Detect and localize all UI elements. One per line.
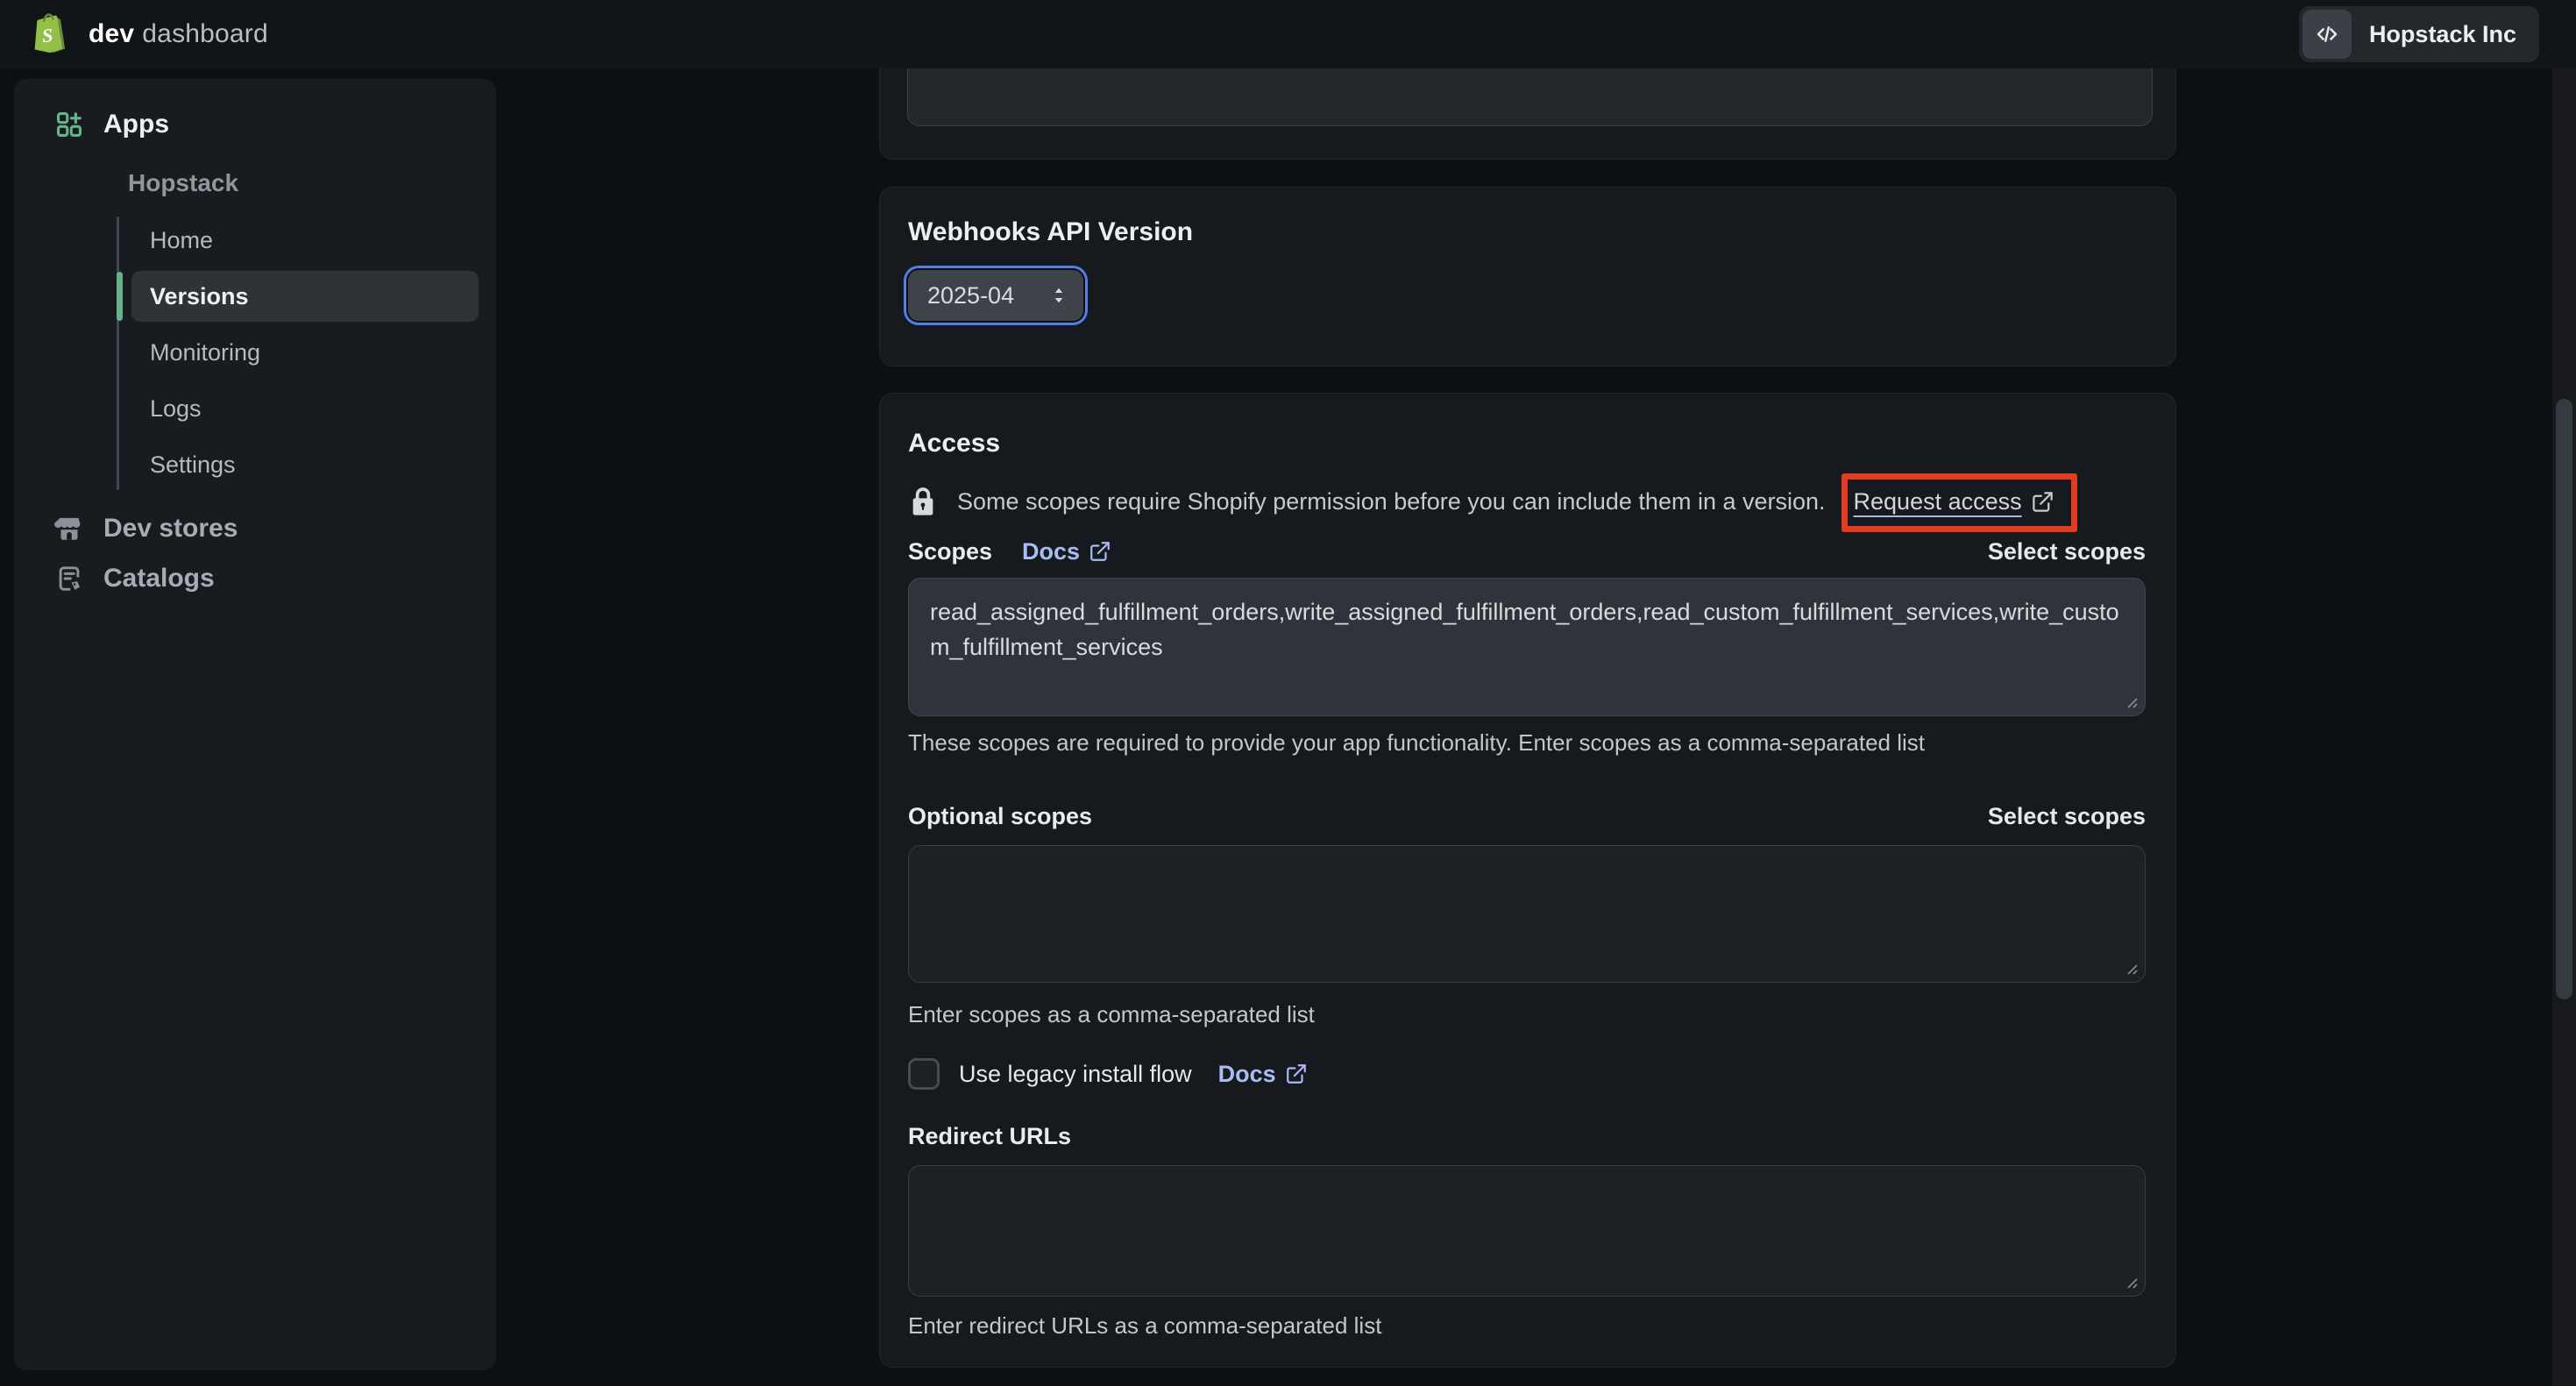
- sidebar-item-label: Dev stores: [103, 514, 238, 544]
- external-link-icon: [2031, 490, 2054, 514]
- page-scrollbar-track[interactable]: [2552, 68, 2576, 1386]
- sidebar-item-home[interactable]: Home: [131, 212, 479, 268]
- scopes-docs-link[interactable]: Docs: [1022, 538, 1111, 565]
- sidebar-app-name: Hopstack: [128, 169, 496, 197]
- docs-link-label: Docs: [1022, 538, 1080, 565]
- sidebar-item-logs[interactable]: Logs: [131, 380, 479, 437]
- redirect-urls-textarea[interactable]: [908, 1165, 2146, 1297]
- external-link-icon: [1285, 1063, 1308, 1085]
- redirect-urls-header-row: Redirect URLs: [908, 1120, 2146, 1152]
- app-title-secondary: dashboard: [142, 19, 268, 48]
- optional-scopes-label: Optional scopes: [908, 803, 1092, 830]
- scopes-header-row: Scopes Docs Select scopes: [908, 536, 2146, 567]
- app-title: dev dashboard: [89, 19, 268, 49]
- topbar: S dev dashboard Hopstack Inc: [0, 0, 2576, 68]
- app-subnav: Home Versions Monitoring Logs Settings: [117, 212, 493, 493]
- webhooks-card-title: Webhooks API Version: [908, 217, 2147, 247]
- request-access-link[interactable]: Request access: [1854, 488, 2022, 515]
- select-scopes-button[interactable]: Select scopes: [1988, 538, 2146, 565]
- catalog-icon: [54, 564, 84, 593]
- scopes-field-wrap: read_assigned_fulfillment_orders,write_a…: [908, 578, 2146, 716]
- sidebar-item-settings[interactable]: Settings: [131, 437, 479, 493]
- storefront-icon: [54, 514, 84, 544]
- sidebar-item-monitoring[interactable]: Monitoring: [131, 324, 479, 380]
- shopify-logo-icon: S: [29, 11, 69, 57]
- redirect-urls-field-wrap: [908, 1165, 2146, 1297]
- access-card: Access Some scopes require Shopify permi…: [879, 393, 2176, 1368]
- lock-icon: [908, 485, 938, 518]
- redirect-urls-label: Redirect URLs: [908, 1123, 1071, 1150]
- sidebar-item-label: Catalogs: [103, 564, 215, 593]
- optional-scopes-textarea[interactable]: [908, 845, 2146, 983]
- scopes-helper-text: These scopes are required to provide you…: [908, 727, 2146, 758]
- api-version-value: 2025-04: [927, 282, 1014, 309]
- org-name: Hopstack Inc: [2369, 21, 2516, 48]
- docs-link-label: Docs: [1218, 1061, 1276, 1088]
- permission-note: Some scopes require Shopify permission b…: [908, 483, 2146, 520]
- select-optional-scopes-button[interactable]: Select scopes: [1988, 803, 2146, 830]
- sidebar-bottom-nav: Dev stores Catalogs: [14, 503, 496, 603]
- optional-scopes-header-row: Optional scopes Select scopes: [908, 800, 2146, 832]
- request-access-link-wrap: Request access: [1854, 488, 2054, 515]
- api-version-select[interactable]: 2025-04: [908, 270, 1083, 321]
- screen: { "colors": { "page-bg": "#0d1013", "top…: [0, 0, 2576, 1386]
- access-card-title: Access: [908, 429, 2146, 458]
- external-link-icon: [1089, 540, 1111, 563]
- sidebar-item-apps[interactable]: Apps: [14, 105, 496, 144]
- webhooks-version-card: Webhooks API Version 2025-04: [879, 187, 2176, 366]
- legacy-install-checkbox[interactable]: [908, 1058, 940, 1090]
- sidebar-item-label: Apps: [103, 110, 169, 139]
- sidebar-item-dev-stores[interactable]: Dev stores: [14, 503, 496, 553]
- optional-scopes-helper-text: Enter scopes as a comma-separated list: [908, 999, 2146, 1030]
- scopes-label: Scopes: [908, 538, 992, 565]
- page-scrollbar-thumb[interactable]: [2556, 399, 2572, 999]
- sidebar: Apps Hopstack Home Versions Monitoring L…: [14, 79, 496, 1370]
- redirect-urls-helper-text: Enter redirect URLs as a comma-separated…: [908, 1310, 2146, 1341]
- svg-text:S: S: [41, 25, 54, 46]
- chevron-up-down-icon: [1048, 285, 1069, 306]
- legacy-install-label: Use legacy install flow: [959, 1061, 1192, 1088]
- sidebar-item-versions[interactable]: Versions: [131, 271, 479, 322]
- legacy-install-docs-link[interactable]: Docs: [1218, 1061, 1308, 1088]
- permission-note-text: Some scopes require Shopify permission b…: [957, 488, 1826, 515]
- org-switcher-button[interactable]: Hopstack Inc: [2299, 6, 2539, 62]
- legacy-install-row: Use legacy install flow Docs: [908, 1055, 2146, 1093]
- code-icon: [2303, 10, 2352, 59]
- main-content: Webhooks API Version 2025-04 Access Some…: [879, 0, 2176, 1368]
- scopes-textarea[interactable]: read_assigned_fulfillment_orders,write_a…: [908, 578, 2146, 716]
- brand: S dev dashboard: [29, 11, 268, 57]
- optional-scopes-field-wrap: [908, 845, 2146, 983]
- apps-grid-plus-icon: [54, 110, 84, 139]
- sidebar-item-catalogs[interactable]: Catalogs: [14, 553, 496, 603]
- app-title-primary: dev: [89, 19, 134, 48]
